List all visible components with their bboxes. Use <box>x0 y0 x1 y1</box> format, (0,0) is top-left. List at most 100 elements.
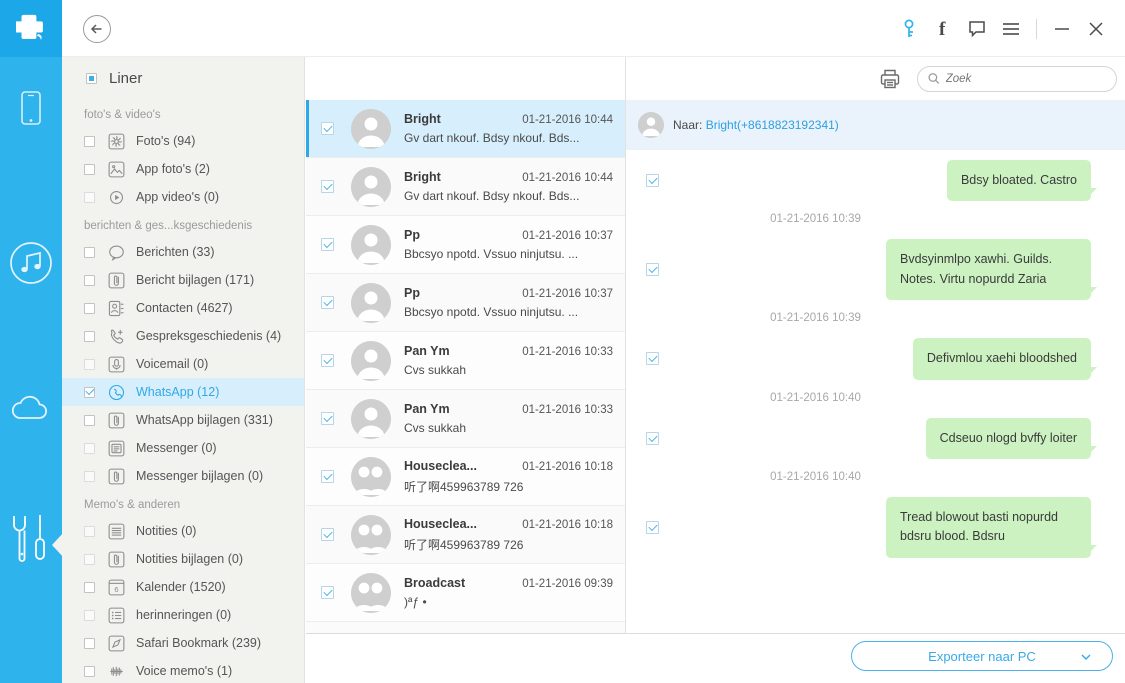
feedback-bubble-icon[interactable] <box>960 0 994 57</box>
message-row-checkbox[interactable] <box>321 122 334 135</box>
device-checkbox[interactable] <box>86 73 97 84</box>
message-row-checkbox[interactable] <box>321 586 334 599</box>
chat-bubble-checkbox[interactable] <box>646 174 659 188</box>
message-list-row[interactable]: Broadcast 01-21-2016 09:39)ªƒ • <box>306 564 625 622</box>
sidebar-item-checkbox[interactable] <box>84 581 95 593</box>
sidebar-item-contacten-4627[interactable]: Contacten (4627) <box>62 294 304 322</box>
chat-bubble-row[interactable]: Tread blowout basti nopurdd bdsru blood.… <box>626 491 1125 564</box>
sidebar-item-notities-0[interactable]: Notities (0) <box>62 517 304 545</box>
key-icon[interactable] <box>892 0 926 57</box>
sidebar-item-messenger-bijlagen-0[interactable]: Messenger bijlagen (0) <box>62 462 304 490</box>
sidebar-item-voicemail-0[interactable]: Voicemail (0) <box>62 350 304 378</box>
message-list-row[interactable]: Houseclea... 01-21-2016 10:18 听了啊459963789… <box>306 506 625 564</box>
facebook-icon[interactable]: f <box>926 0 960 57</box>
chat-bubble-checkbox[interactable] <box>646 352 659 366</box>
sidebar-item-checkbox[interactable] <box>84 302 95 314</box>
photos-icon <box>105 132 127 150</box>
sidebar-item-checkbox[interactable] <box>84 470 95 482</box>
message-list-row[interactable]: Pan Ym 01-21-2016 10:33 Cvs sukkah <box>306 390 625 448</box>
chat-recipient-contact[interactable]: Bright(+8618823192341) <box>706 118 839 132</box>
sidebar-item-app-foto-s-2[interactable]: App foto's (2) <box>62 155 304 183</box>
sidebar-item-checkbox[interactable] <box>84 135 95 147</box>
sidebar-item-checkbox[interactable] <box>84 191 95 203</box>
message-list-row[interactable]: Bright 01-21-2016 10:44 Gv dart nkouf. Bds… <box>306 158 625 216</box>
svg-text:6: 6 <box>114 585 118 594</box>
message-row-checkbox[interactable] <box>321 238 334 251</box>
sidebar-item-checkbox[interactable] <box>84 525 95 537</box>
sidebar-item-checkbox[interactable] <box>84 358 95 370</box>
sidebar-item-checkbox[interactable] <box>84 414 95 426</box>
chat-bubble-row[interactable]: Bvdsyinmlpo xawhi. Guilds. Notes. Virtu … <box>626 233 1125 306</box>
avatar <box>351 340 391 381</box>
message-row-checkbox[interactable] <box>321 528 334 541</box>
sidebar-item-checkbox[interactable] <box>84 163 95 175</box>
sidebar-item-kalender-1520[interactable]: 6 Kalender (1520) <box>62 573 304 601</box>
sidebar-item-herinneringen-0[interactable]: herinneringen (0) <box>62 601 304 629</box>
message-row-checkbox[interactable] <box>321 470 334 483</box>
chat-toolbar <box>626 57 1125 100</box>
sidebar-item-whatsapp-bijlagen-331[interactable]: WhatsApp bijlagen (331) <box>62 406 304 434</box>
device-header[interactable]: Liner <box>62 57 304 100</box>
sidebar-item-label: Notities bijlagen (0) <box>136 552 243 566</box>
sidebar-item-label: Berichten (33) <box>136 245 215 259</box>
message-row-checkbox[interactable] <box>321 354 334 367</box>
message-list[interactable]: Bright 01-21-2016 10:44 Gv dart nkouf. Bds… <box>306 100 625 633</box>
sidebar-item-notities-bijlagen-0[interactable]: Notities bijlagen (0) <box>62 545 304 573</box>
sidebar-item-checkbox[interactable] <box>84 665 95 677</box>
chat-bubble-checkbox[interactable] <box>646 263 659 277</box>
sidebar-item-checkbox[interactable] <box>84 609 95 621</box>
printer-icon[interactable] <box>873 62 907 96</box>
chat-bubble-checkbox[interactable] <box>646 520 659 534</box>
chevron-down-icon[interactable] <box>1080 651 1092 666</box>
message-list-row[interactable]: Pp 01-21-2016 10:37 Bbcsyo npotd. Vssuo ni… <box>306 216 625 274</box>
message-sender-name: Pp <box>404 286 420 300</box>
message-preview-text: )ªƒ • <box>404 595 427 609</box>
sidebar-item-checkbox[interactable] <box>84 330 95 342</box>
hamburger-menu-icon[interactable] <box>994 0 1028 57</box>
chat-bubble-row[interactable]: Bdsy bloated. Castro <box>626 154 1125 207</box>
message-list-row[interactable]: Houseclea... 01-21-2016 10:18 听了啊459963789… <box>306 448 625 506</box>
sidebar-item-foto-s-94[interactable]: Foto's (94) <box>62 127 304 155</box>
message-row-checkbox[interactable] <box>321 412 334 425</box>
message-row-checkbox[interactable] <box>321 180 334 193</box>
reminders-icon <box>105 606 127 624</box>
sidebar-item-checkbox[interactable] <box>84 553 95 565</box>
chat-bubble-checkbox[interactable] <box>646 431 659 445</box>
message-list-row[interactable]: Pp 01-21-2016 10:37 Bbcsyo npotd. Vssuo ni… <box>306 274 625 332</box>
chat-bubble-row[interactable]: Defivmlou xaehi bloodshed <box>626 332 1125 385</box>
sidebar-item-berichten-33[interactable]: Berichten (33) <box>62 238 304 266</box>
sidebar-item-app-video-s-0[interactable]: App video's (0) <box>62 183 304 211</box>
sidebar-item-whatsapp-12[interactable]: WhatsApp (12) <box>62 378 304 406</box>
back-arrow-icon[interactable] <box>83 15 111 43</box>
sidebar-item-bericht-bijlagen-171[interactable]: Bericht bijlagen (171) <box>62 266 304 294</box>
sidebar-item-messenger-0[interactable]: Messenger (0) <box>62 434 304 462</box>
sidebar-item-checkbox[interactable] <box>84 442 95 454</box>
sidebar-item-gespreksgeschiedenis-4[interactable]: Gespreksgeschiedenis (4) <box>62 322 304 350</box>
toolkit-tools-icon[interactable] <box>0 507 62 569</box>
search-input[interactable] <box>945 72 1106 85</box>
message-list-row[interactable]: Bright 01-21-2016 10:44 Gv dart nkouf. Bds… <box>306 100 625 158</box>
export-button-label: Exporteer naar PC <box>928 648 1036 664</box>
cloud-backup-icon[interactable] <box>0 377 62 439</box>
minimize-icon[interactable] <box>1045 0 1079 57</box>
sidebar-item-voice-memo-s-1[interactable]: Voice memo's (1) <box>62 657 304 683</box>
itunes-music-icon[interactable] <box>0 232 62 294</box>
sidebar-group-title: Memo's & anderen <box>84 499 181 511</box>
message-timestamp: 01-21-2016 10:33 <box>522 404 613 416</box>
message-sender-name: Broadcast <box>404 576 466 590</box>
sidebar-item-checkbox[interactable] <box>84 637 95 649</box>
chat-bubble-outgoing: Bvdsyinmlpo xawhi. Guilds. Notes. Virtu … <box>886 239 1097 301</box>
sidebar-item-checkbox[interactable] <box>84 246 95 258</box>
message-row-checkbox[interactable] <box>321 296 334 309</box>
sidebar-item-safari-bookmark-239[interactable]: Safari Bookmark (239) <box>62 629 304 657</box>
close-icon[interactable] <box>1079 0 1113 57</box>
chat-bubble-row[interactable]: Cdseuo nlogd bvffy loiter <box>626 412 1125 465</box>
sidebar-item-checkbox[interactable] <box>84 386 95 398</box>
search-box[interactable] <box>917 65 1117 92</box>
device-name-label: Liner <box>109 70 143 87</box>
message-list-row[interactable]: Pan Ym 01-21-2016 10:33 Cvs sukkah <box>306 332 625 390</box>
sidebar-item-checkbox[interactable] <box>84 274 95 286</box>
device-phone-icon[interactable] <box>0 77 62 139</box>
message-row-body: Houseclea... 01-21-2016 10:18 听了啊459963789… <box>404 517 625 553</box>
export-to-pc-button[interactable]: Exporteer naar PC <box>851 641 1113 671</box>
